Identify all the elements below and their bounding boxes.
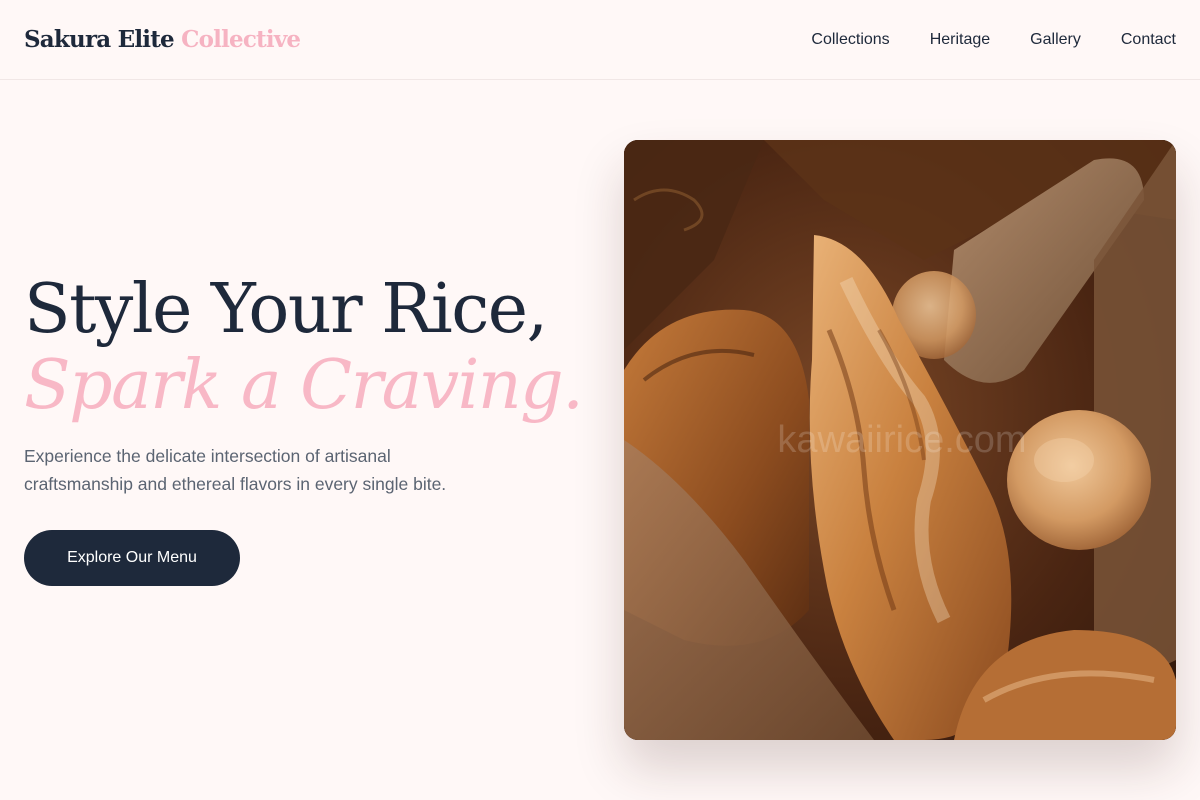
nav-link-heritage[interactable]: Heritage: [930, 31, 990, 49]
watermark-text: kawaiirice.com: [777, 419, 1026, 461]
hero-title-line1: Style Your Rice,: [24, 270, 548, 349]
explore-menu-button[interactable]: Explore Our Menu: [24, 530, 240, 586]
nav-link-contact[interactable]: Contact: [1121, 31, 1176, 49]
main-nav: Collections Heritage Gallery Contact: [811, 31, 1176, 49]
nav-link-collections[interactable]: Collections: [811, 31, 889, 49]
brand-name-accent: Collective: [181, 26, 301, 53]
brand-logo[interactable]: Sakura Elite Collective: [24, 26, 301, 53]
bread-illustration: kawaiirice.com: [624, 140, 1176, 740]
hero-description: Experience the delicate intersection of …: [24, 446, 447, 494]
hero-title-line2: Spark a Craving.: [24, 346, 584, 425]
nav-link-gallery[interactable]: Gallery: [1030, 31, 1081, 49]
brand-name-primary: Sakura Elite: [24, 26, 175, 53]
hero-section: Style Your Rice, Spark a Craving. Experi…: [24, 270, 584, 586]
site-header: Sakura Elite Collective Collections Heri…: [0, 0, 1200, 80]
hero-bread-image: kawaiirice.com: [624, 140, 1176, 740]
